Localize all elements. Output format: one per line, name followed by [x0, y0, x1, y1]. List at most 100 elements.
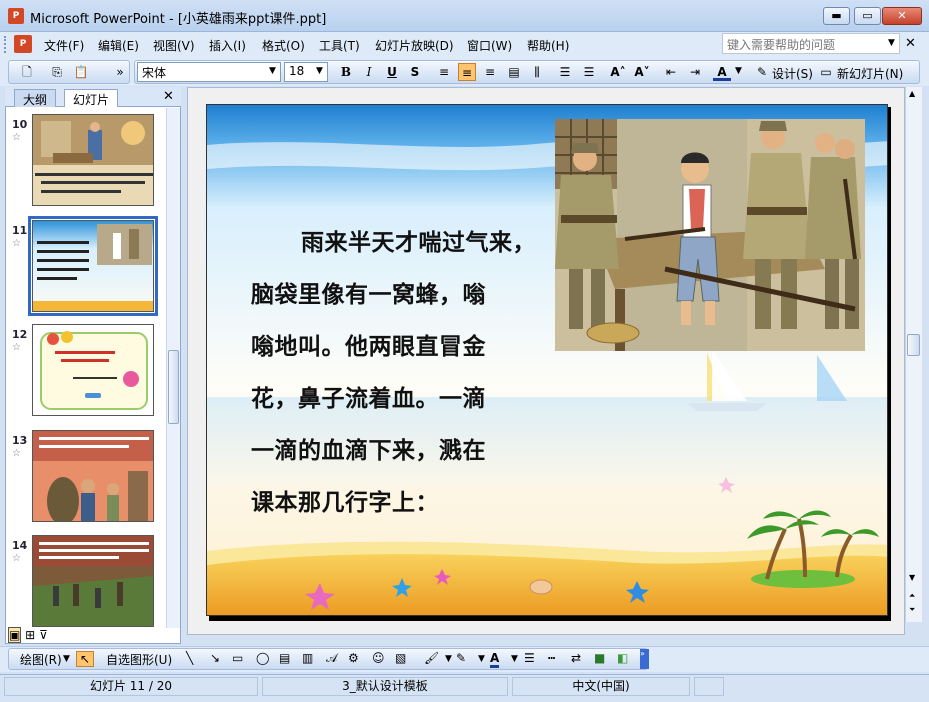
slide-thumbnail-13[interactable]: [32, 430, 154, 522]
close-button[interactable]: ✕: [882, 7, 922, 25]
minimize-button[interactable]: ▬: [823, 7, 850, 25]
line-color-icon[interactable]: ✎: [456, 651, 466, 665]
star-icon: ☆: [12, 553, 21, 564]
slide-thumbnail-10[interactable]: [32, 114, 154, 206]
star-icon: ☆: [12, 448, 21, 459]
slide-number: 12: [12, 328, 28, 341]
chevron-down-icon[interactable]: ▼: [445, 654, 452, 664]
slide-thumbnail-14[interactable]: [32, 535, 154, 627]
shadow-style-icon[interactable]: ■: [594, 651, 605, 665]
line-style-icon[interactable]: ☰: [524, 651, 535, 665]
decrease-font-icon[interactable]: A˅: [633, 63, 651, 81]
menu-help[interactable]: 帮助(H): [527, 37, 569, 54]
slide-sorter-icon[interactable]: ⊞: [25, 628, 35, 642]
toolbar-overflow-icon[interactable]: »: [640, 649, 649, 669]
scrollbar-thumb[interactable]: [168, 350, 179, 424]
chevron-down-icon[interactable]: ▼: [735, 66, 742, 76]
toolbar-grip[interactable]: [4, 36, 8, 53]
oval-tool-icon[interactable]: ◯: [256, 651, 269, 665]
chevron-down-icon[interactable]: ▼: [888, 38, 895, 48]
normal-view-icon[interactable]: ▣: [8, 627, 22, 643]
scroll-up-icon[interactable]: ▲: [909, 89, 915, 98]
slide-body-text[interactable]: 雨来半天才喘过气来， 脑袋里像有一窝蜂，嗡 嗡地叫。他两眼直冒金 花，鼻子流着血…: [251, 217, 551, 529]
italic-button[interactable]: I: [360, 63, 378, 81]
menu-slideshow[interactable]: 幻灯片放映(D): [375, 37, 454, 54]
arrow-style-icon[interactable]: ⇄: [571, 651, 581, 665]
thumbnail-scrollbar[interactable]: [166, 108, 180, 628]
chevron-down-icon[interactable]: ▼: [269, 66, 276, 76]
menu-window[interactable]: 窗口(W): [467, 37, 512, 54]
text-direction-icon[interactable]: ⫼: [528, 63, 546, 81]
tab-slides[interactable]: 幻灯片: [64, 89, 119, 107]
document-close-icon[interactable]: ✕: [905, 36, 916, 51]
slideshow-icon[interactable]: ⊽: [39, 628, 48, 642]
align-right-icon[interactable]: ≡: [481, 63, 499, 81]
decrease-indent-icon[interactable]: ⇤: [662, 63, 680, 81]
scrollbar-thumb[interactable]: [907, 334, 920, 356]
document-icon[interactable]: P: [14, 35, 32, 53]
shadow-button[interactable]: S: [406, 63, 424, 81]
title-bar: P Microsoft PowerPoint - [小英雄雨来ppt课件.ppt…: [0, 0, 929, 32]
vertical-textbox-icon[interactable]: ▥: [302, 651, 313, 665]
diagram-icon[interactable]: ⚙: [348, 651, 359, 665]
textbox-tool-icon[interactable]: ▤: [279, 651, 290, 665]
design-icon[interactable]: ✎: [753, 63, 771, 81]
current-slide[interactable]: 雨来半天才喘过气来， 脑袋里像有一窝蜂，嗡 嗡地叫。他两眼直冒金 花，鼻子流着血…: [206, 104, 888, 616]
slide-thumbnail-12[interactable]: [32, 324, 154, 416]
font-name-select[interactable]: 宋体: [137, 62, 281, 82]
slide-thumbnail-11[interactable]: [28, 216, 158, 316]
autoshapes-button[interactable]: 自选图形(U): [106, 651, 172, 668]
line-tool-icon[interactable]: ╲: [186, 651, 193, 665]
bullets-icon[interactable]: ☰: [580, 63, 598, 81]
dash-style-icon[interactable]: ┅: [548, 651, 555, 665]
increase-font-icon[interactable]: A˄: [609, 63, 627, 81]
tab-outline[interactable]: 大纲: [14, 89, 57, 107]
chevron-down-icon[interactable]: ▼: [63, 654, 70, 664]
menu-view[interactable]: 视图(V): [153, 37, 195, 54]
select-pointer-icon[interactable]: ↖: [76, 651, 94, 667]
align-left-icon[interactable]: ≡: [435, 63, 453, 81]
powerpoint-app-icon[interactable]: P: [8, 8, 24, 24]
toolbar-overflow-icon[interactable]: »: [114, 63, 126, 81]
scroll-down-icon[interactable]: ▼: [909, 573, 915, 582]
menu-tools[interactable]: 工具(T): [319, 37, 360, 54]
bold-button[interactable]: B: [337, 63, 355, 81]
menu-format[interactable]: 格式(O): [262, 37, 305, 54]
increase-indent-icon[interactable]: ⇥: [686, 63, 704, 81]
arrow-tool-icon[interactable]: ↘: [210, 651, 220, 665]
rectangle-tool-icon[interactable]: ▭: [232, 651, 243, 665]
new-document-icon[interactable]: 🗋: [18, 63, 36, 81]
numbering-icon[interactable]: ☰: [556, 63, 574, 81]
clipart-icon[interactable]: ☺: [372, 651, 385, 665]
status-template-name[interactable]: 3_默认设计模板: [262, 677, 508, 696]
distribute-icon[interactable]: ▤: [505, 63, 523, 81]
new-slide-button[interactable]: 新幻灯片(N): [837, 65, 903, 82]
menu-edit[interactable]: 编辑(E): [98, 37, 139, 54]
align-center-icon[interactable]: ≡: [458, 63, 476, 81]
maximize-button[interactable]: ▭: [854, 7, 881, 25]
underline-button[interactable]: U: [383, 63, 401, 81]
help-search-input[interactable]: 键入需要帮助的问题: [722, 33, 900, 54]
window-title: Microsoft PowerPoint - [小英雄雨来ppt课件.ppt]: [30, 12, 327, 27]
text-line: 花，鼻子流着血。一滴: [251, 385, 486, 412]
copy-icon[interactable]: ⎘: [48, 63, 66, 81]
paste-icon[interactable]: 📋: [72, 63, 90, 81]
menu-file[interactable]: 文件(F): [44, 37, 84, 54]
fill-color-icon[interactable]: 🖌: [424, 651, 439, 665]
draw-menu-button[interactable]: 绘图(R): [20, 651, 62, 668]
picture-icon[interactable]: ▧: [395, 651, 406, 665]
menu-insert[interactable]: 插入(I): [209, 37, 246, 54]
next-slide-icon[interactable]: ⏷: [909, 605, 915, 615]
chevron-down-icon[interactable]: ▼: [511, 654, 518, 664]
chevron-down-icon[interactable]: ▼: [478, 654, 485, 664]
3d-style-icon[interactable]: ◧: [617, 651, 628, 665]
font-color-icon[interactable]: A: [713, 63, 731, 81]
previous-slide-icon[interactable]: ⏶: [909, 591, 915, 601]
slide-number: 10: [12, 118, 28, 131]
close-icon[interactable]: ✕: [163, 89, 174, 104]
design-button[interactable]: 设计(S): [772, 65, 813, 82]
font-color-icon[interactable]: A: [490, 651, 500, 668]
new-slide-icon[interactable]: ▭: [817, 63, 835, 81]
wordart-icon[interactable]: 𝒜: [326, 651, 337, 666]
chevron-down-icon[interactable]: ▼: [316, 66, 323, 76]
